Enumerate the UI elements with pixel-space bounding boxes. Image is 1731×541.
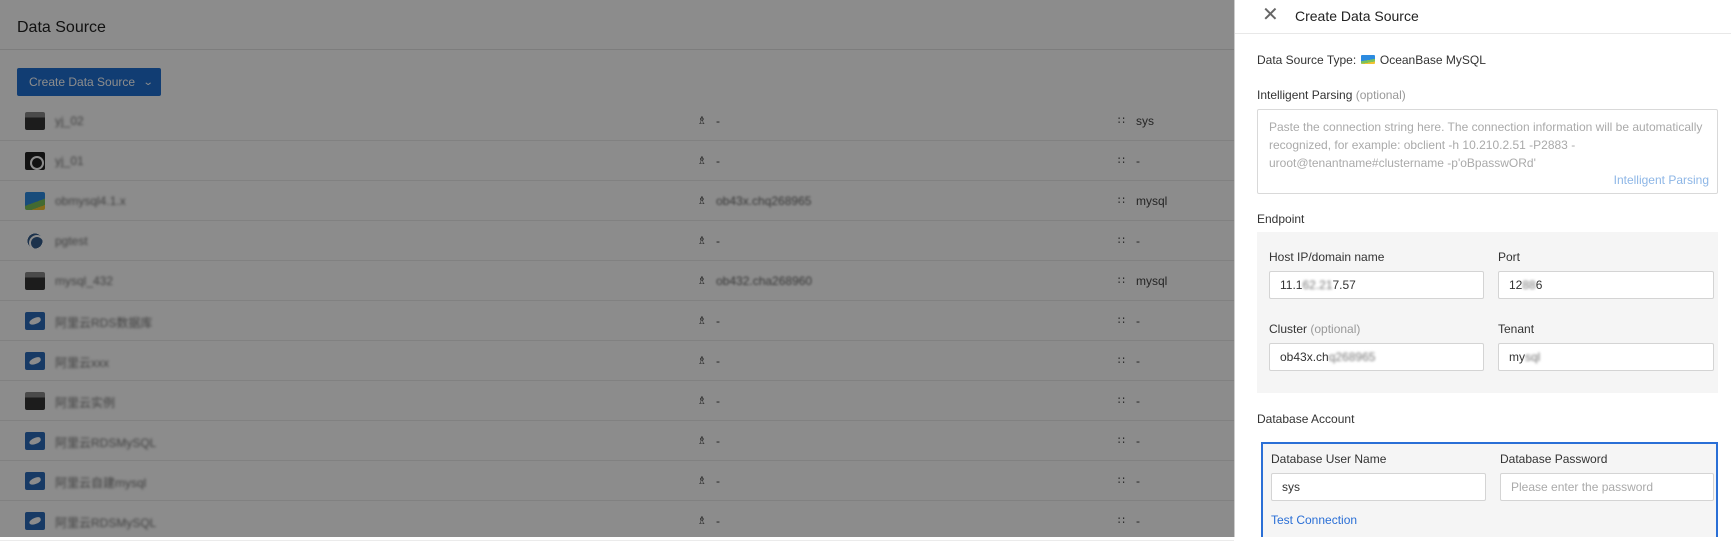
optional-tag: (optional) xyxy=(1355,88,1406,102)
data-source-type-label: Data Source Type: xyxy=(1257,53,1357,67)
optional-tag: (optional) xyxy=(1310,322,1361,336)
intelligent-parsing-label: Intelligent Parsing (optional) xyxy=(1257,88,1406,102)
host-input[interactable]: 11.162.217.57 xyxy=(1269,271,1484,299)
tenant-label: Tenant xyxy=(1498,322,1535,336)
cluster-input[interactable]: ob43x.chq268965 xyxy=(1269,343,1484,371)
host-value-masked: 62.21 xyxy=(1302,278,1333,292)
cluster-label-text: Cluster xyxy=(1269,322,1308,336)
port-value-prefix: 12 xyxy=(1509,278,1523,292)
host-value-suffix: 7.57 xyxy=(1332,278,1356,292)
intelligent-parsing-button[interactable]: Intelligent Parsing xyxy=(1614,173,1709,187)
cluster-value-masked: q268965 xyxy=(1328,350,1376,364)
oceanbase-icon xyxy=(1360,55,1375,65)
close-icon[interactable]: ✕ xyxy=(1262,4,1279,26)
username-label: Database User Name xyxy=(1271,452,1387,466)
endpoint-label: Endpoint xyxy=(1257,212,1305,226)
create-data-source-drawer: ✕ Create Data Source Data Source Type: O… xyxy=(1234,0,1731,537)
modal-mask[interactable] xyxy=(0,0,1234,537)
tenant-input[interactable]: mysql xyxy=(1498,343,1714,371)
password-input[interactable]: Please enter the password xyxy=(1500,473,1714,501)
port-input[interactable]: 12886 xyxy=(1498,271,1714,299)
drawer-title: Create Data Source xyxy=(1295,8,1419,24)
tenant-value-prefix: my xyxy=(1509,350,1525,364)
username-input[interactable]: sys xyxy=(1271,473,1486,501)
endpoint-panel: Host IP/domain name 11.162.217.57 Port 1… xyxy=(1257,232,1718,393)
port-value-masked: 88 xyxy=(1522,278,1536,292)
port-value-suffix: 6 xyxy=(1535,278,1543,292)
connection-string-placeholder: Paste the connection string here. The co… xyxy=(1269,120,1703,170)
connection-string-textarea[interactable]: Paste the connection string here. The co… xyxy=(1257,109,1718,194)
drawer-header: ✕ Create Data Source xyxy=(1235,0,1731,34)
host-label: Host IP/domain name xyxy=(1269,250,1385,264)
password-label: Database Password xyxy=(1500,452,1608,466)
host-value-prefix: 11.1 xyxy=(1280,278,1303,292)
port-label: Port xyxy=(1498,250,1521,264)
test-connection-link[interactable]: Test Connection xyxy=(1271,513,1357,527)
data-source-type: Data Source Type: OceanBase MySQL xyxy=(1257,53,1486,67)
database-account-label: Database Account xyxy=(1257,412,1355,426)
intelligent-parsing-text: Intelligent Parsing xyxy=(1257,88,1353,102)
database-account-panel: Database User Name sys Database Password… xyxy=(1261,442,1718,537)
tenant-value-masked: sql xyxy=(1525,350,1541,364)
data-source-type-value: OceanBase MySQL xyxy=(1379,53,1486,67)
cluster-label: Cluster (optional) xyxy=(1269,322,1360,336)
cluster-value-prefix: ob43x.ch xyxy=(1280,350,1329,364)
